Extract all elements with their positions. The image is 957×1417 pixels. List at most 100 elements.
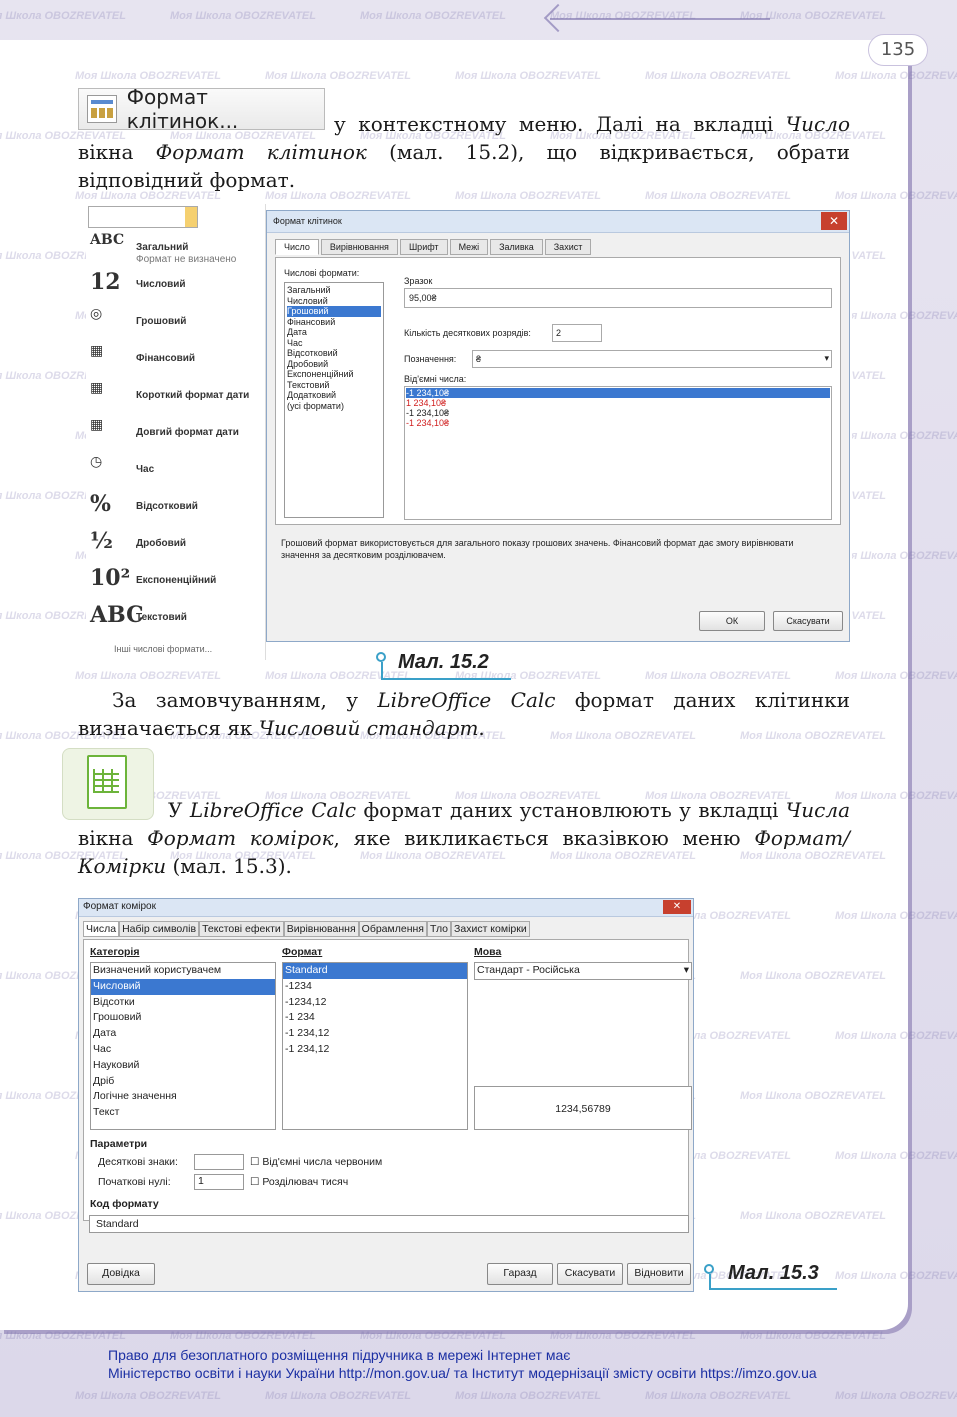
list-item[interactable]: Текстовий (287, 380, 381, 391)
list-item[interactable]: Додатковий (287, 390, 381, 401)
watermark: Моя Школа OBOZREVATEL (265, 1390, 411, 1402)
dialog-tab[interactable]: Заливка (490, 239, 543, 255)
category-list[interactable]: Загальний Числовий Грошовий Фінансовий Дата Ч… (284, 282, 384, 518)
cancel-button[interactable]: Скасувати (557, 1263, 623, 1285)
watermark: Моя Школа OBOZREVATEL (170, 10, 316, 22)
negative-option[interactable]: -1 234,10₴ (406, 418, 830, 428)
list-item[interactable]: Експоненційний (287, 369, 381, 380)
decimals-spinner[interactable] (194, 1154, 244, 1170)
list-item[interactable]: Дріб (91, 1074, 275, 1090)
help-button[interactable]: Довідка (87, 1263, 155, 1285)
list-item[interactable]: Час (91, 1042, 275, 1058)
list-item[interactable]: Загальний (287, 285, 381, 296)
para3-italic-b: Числа (785, 798, 850, 822)
list-item[interactable]: Текст (91, 1105, 275, 1121)
format-combo[interactable] (88, 206, 198, 228)
language-select[interactable]: Стандарт - Російська ▾ (474, 962, 692, 980)
dialog-tab[interactable]: Межі (449, 239, 489, 255)
format-option-label: Числовий (136, 279, 186, 290)
list-item[interactable]: -1234 (283, 979, 467, 995)
negative-option[interactable]: 1 234,10₴ (406, 398, 830, 408)
list-item[interactable]: Відсотковий (287, 348, 381, 359)
list-item[interactable]: Грошовий (91, 1010, 275, 1026)
list-item[interactable]: Відсотки (91, 995, 275, 1011)
dialog-tab[interactable]: Захист комірки (451, 921, 530, 937)
watermark: Моя Школа OBOZREVATEL (740, 1210, 886, 1222)
watermark: Моя Школа OBOZREVATEL (360, 10, 506, 22)
combo-dropdown-icon[interactable] (185, 207, 197, 227)
decimals-label: Кількість десяткових розрядів: (404, 328, 531, 338)
dialog-tab[interactable]: Набір символів (119, 921, 200, 937)
more-formats-link[interactable]: Інші числові формати... (114, 644, 212, 654)
para3-italic-a: LibreOffice Calc (189, 798, 357, 822)
neg-red-checkbox[interactable]: ☐ Від'ємні числа червоним (250, 1156, 382, 1168)
footer-line-2[interactable]: Міністерство освіти і науки України http… (108, 1364, 817, 1382)
reset-button[interactable]: Відновити (627, 1263, 691, 1285)
negatives-list[interactable]: -1 234,10₴ 1 234,10₴ -1 234,10₴ -1 234,1… (404, 386, 832, 520)
format-code-input[interactable]: Standard (89, 1215, 689, 1233)
dialog-tab[interactable]: Числа (83, 921, 120, 937)
ok-button[interactable]: Гаразд (487, 1263, 553, 1285)
list-item[interactable]: Науковий (91, 1058, 275, 1074)
dialog-tab[interactable]: Вирівнювання (283, 921, 359, 937)
list-item[interactable]: Логічне значення (91, 1089, 275, 1105)
dialog-tab[interactable]: Текстові ефекти (199, 921, 284, 937)
leading-zeros-spinner[interactable]: 1 (194, 1174, 244, 1190)
format-description: Грошовий формат використовується для заг… (281, 538, 794, 560)
watermark: Моя Школа OBOZREVATEL (835, 1030, 957, 1042)
dialog-tabs: Число Вирівнювання Шрифт Межі Заливка Захист (275, 239, 593, 255)
list-item[interactable]: Час (287, 338, 381, 349)
caption-pin-icon (704, 1264, 714, 1274)
chevron-down-icon[interactable]: ▾ (824, 353, 829, 364)
format-option-label: Загальний (136, 242, 189, 253)
format-list[interactable]: Standard -1234 -1234,12 -1 234 -1 234,12 -1 2… (282, 962, 468, 1130)
thousands-checkbox[interactable]: ☐ Розділювач тисяч (250, 1176, 348, 1188)
dialog-tab[interactable]: Вирівнювання (320, 239, 398, 255)
dialog-tab[interactable]: Тло (427, 921, 452, 937)
ok-button[interactable]: ОК (699, 611, 765, 631)
symbol-select[interactable]: ₴ ▾ (472, 350, 832, 368)
list-item[interactable]: -1 234,12 (283, 1026, 467, 1042)
clock-icon: ◷ (90, 454, 103, 470)
dialog-tab[interactable]: Шрифт (399, 239, 448, 255)
watermark: Моя Школа OBOZREVATEL (75, 70, 221, 82)
list-item[interactable]: -1234,12 (283, 995, 467, 1011)
negative-option[interactable]: -1 234,10₴ (406, 408, 830, 418)
close-icon[interactable]: ✕ (821, 212, 847, 230)
watermark: Моя Школа OBOZREVATEL (75, 1390, 221, 1402)
para1-italic-a: Число (785, 112, 850, 136)
close-icon[interactable]: ✕ (663, 900, 691, 914)
list-item[interactable]: -1 234 (283, 1010, 467, 1026)
thousands-label: Розділювач тисяч (262, 1176, 349, 1188)
symbol-value: ₴ (476, 354, 482, 364)
para2-italic-b: Числовий стандарт (258, 716, 479, 740)
list-item[interactable]: Грошовий (287, 306, 381, 317)
finance-icon: ▦ (90, 343, 104, 359)
numeric-formats-label: Числові формати: (284, 268, 360, 278)
list-item[interactable]: Дробовий (287, 359, 381, 370)
list-item[interactable]: (усі формати) (287, 401, 381, 412)
paragraph-1: у контекстному меню. Далі на вкладці Чис… (78, 110, 850, 194)
dialog-tab[interactable]: Захист (544, 239, 592, 255)
sample-value: 95,00₴ (409, 293, 437, 303)
list-item[interactable]: Числовий (287, 296, 381, 307)
category-list[interactable]: Визначений користувачем Числовий Відсотки Г… (90, 962, 276, 1130)
cancel-button[interactable]: Скасувати (773, 611, 843, 631)
negative-option[interactable]: -1 234,10₴ (406, 388, 830, 398)
list-item[interactable]: Числовий (91, 978, 275, 995)
list-item[interactable]: Дата (91, 1026, 275, 1042)
chevron-down-icon[interactable]: ▾ (684, 964, 689, 976)
decimals-spinner[interactable]: 2 (552, 324, 602, 342)
list-item[interactable]: Визначений користувачем (91, 963, 275, 979)
list-item[interactable]: Фінансовий (287, 317, 381, 328)
dialog-tab[interactable]: Число (275, 239, 319, 255)
format-cells-dialog: Формат клітинок ✕ Число Вирівнювання Шрифт… (266, 210, 850, 642)
watermark: Моя Школа OBOZREVATEL (75, 670, 221, 682)
coins-icon: ◎ (90, 306, 103, 322)
watermark: Моя Школа OBOZREVATEL (265, 70, 411, 82)
list-item[interactable]: Standard (283, 963, 467, 979)
list-item[interactable]: Дата (287, 327, 381, 338)
leading-zeros-label: Початкові нулі: (98, 1176, 171, 1188)
dialog-tab[interactable]: Обрамлення (358, 921, 427, 937)
list-item[interactable]: -1 234,12 (283, 1042, 467, 1058)
